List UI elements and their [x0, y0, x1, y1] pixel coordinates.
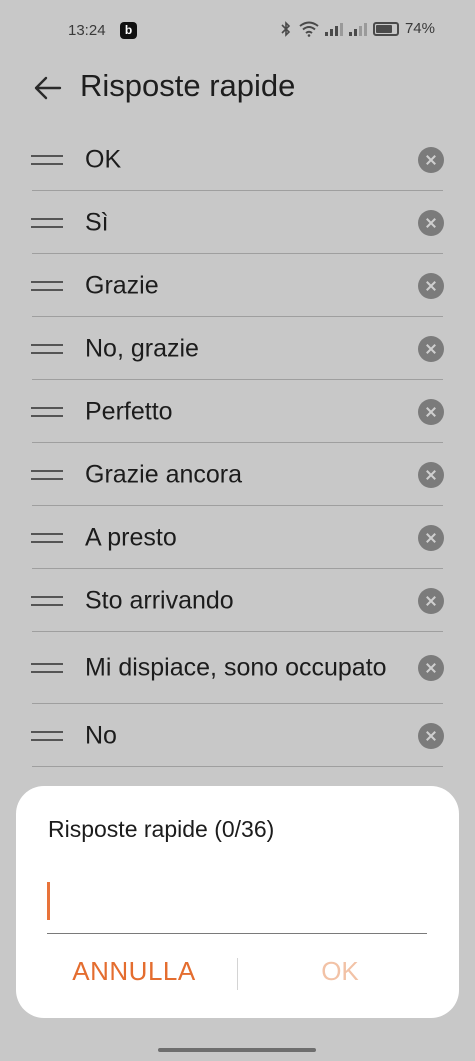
drag-handle-icon[interactable]: [31, 729, 63, 743]
remove-icon[interactable]: [418, 398, 444, 425]
list-item[interactable]: Grazie ancora: [0, 443, 475, 506]
list-item-label: Sto arrivando: [85, 586, 234, 614]
list-item-label: OK: [85, 145, 122, 173]
remove-icon[interactable]: [418, 461, 444, 488]
drag-handle-icon[interactable]: [31, 153, 63, 167]
battery-percent: 74%: [404, 20, 435, 37]
quick-reply-input-wrapper: [47, 868, 427, 934]
list-item[interactable]: No: [0, 704, 475, 767]
list-item-label: Perfetto: [85, 397, 173, 425]
drag-handle-icon[interactable]: [31, 468, 63, 482]
status-icons: 74%: [279, 20, 435, 37]
bluetooth-icon: [281, 20, 291, 37]
list-item-label: A presto: [85, 523, 177, 551]
remove-icon[interactable]: [418, 209, 444, 236]
divider: [32, 766, 443, 767]
remove-icon[interactable]: [418, 722, 444, 749]
list-item[interactable]: OK: [0, 128, 475, 191]
list-item-label: Sì: [85, 208, 109, 236]
drag-handle-icon[interactable]: [31, 342, 63, 356]
remove-icon[interactable]: [418, 335, 444, 362]
list-item-label: No, grazie: [85, 334, 199, 362]
signal-icon: [324, 22, 343, 36]
list-item[interactable]: Sì: [0, 191, 475, 254]
drag-handle-icon[interactable]: [31, 661, 63, 675]
divider: [237, 958, 238, 990]
remove-icon[interactable]: [418, 146, 444, 173]
page-title: Risposte rapide: [80, 68, 296, 103]
remove-icon[interactable]: [418, 655, 444, 681]
remove-icon[interactable]: [418, 272, 444, 299]
home-indicator[interactable]: [158, 1048, 316, 1052]
list-item[interactable]: Perfetto: [0, 380, 475, 443]
list-item-label: Grazie ancora: [85, 460, 243, 488]
list-item[interactable]: No, grazie: [0, 317, 475, 380]
drag-handle-icon[interactable]: [31, 279, 63, 293]
cancel-button[interactable]: ANNULLA: [50, 956, 218, 987]
list-item-label: Grazie: [85, 271, 159, 299]
signal-icon: [348, 22, 367, 36]
quick-reply-input[interactable]: [55, 878, 425, 924]
remove-icon[interactable]: [418, 587, 444, 614]
list-item[interactable]: Sto arrivando: [0, 569, 475, 632]
back-button[interactable]: [30, 70, 66, 106]
battery-icon: [372, 21, 399, 36]
list-item[interactable]: A presto: [0, 506, 475, 569]
drag-handle-icon[interactable]: [31, 216, 63, 230]
quick-replies-list: OK Sì Grazie No, grazie Perfetto Grazie …: [0, 128, 475, 767]
dialog-title: Risposte rapide (0/36): [48, 816, 275, 842]
add-quick-reply-dialog: Risposte rapide (0/36) ANNULLA OK: [16, 786, 459, 1018]
list-item-label: No: [85, 721, 117, 749]
ok-button[interactable]: OK: [256, 956, 424, 987]
arrow-left-icon: [34, 76, 62, 100]
app-bar: Risposte rapide: [0, 62, 475, 122]
wifi-icon: [299, 21, 319, 37]
list-item-label: Mi dispiace, sono occupato: [85, 653, 387, 682]
list-item[interactable]: Mi dispiace, sono occupato: [0, 632, 475, 704]
drag-handle-icon[interactable]: [31, 594, 63, 608]
list-item[interactable]: Grazie: [0, 254, 475, 317]
text-cursor: [47, 882, 50, 920]
notification-app-icon: b: [120, 22, 137, 39]
screen: 13:24 b 74% Risposte rapide OK Sì Grazie…: [0, 0, 475, 1061]
status-time: 13:24: [68, 22, 106, 39]
drag-handle-icon[interactable]: [31, 531, 63, 545]
remove-icon[interactable]: [418, 524, 444, 551]
dialog-actions: ANNULLA OK: [16, 946, 459, 1002]
status-bar: 13:24 b 74%: [0, 0, 475, 62]
drag-handle-icon[interactable]: [31, 405, 63, 419]
